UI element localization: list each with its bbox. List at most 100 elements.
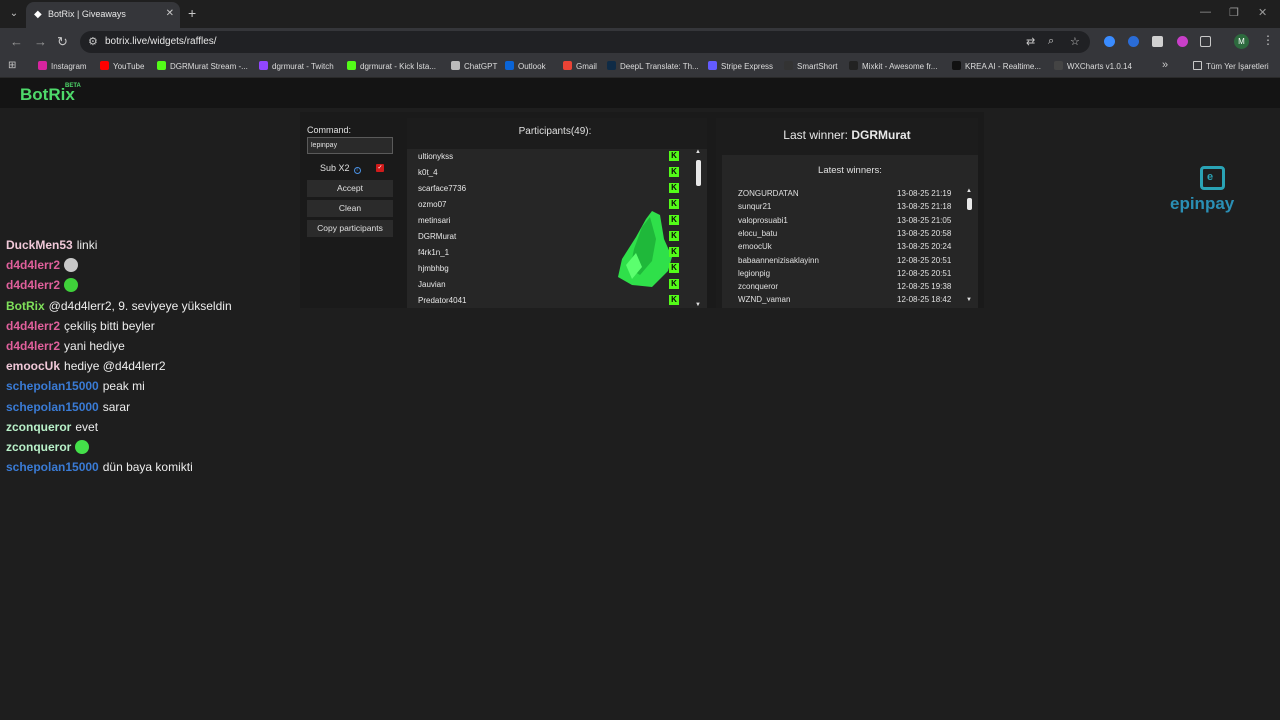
chat-username[interactable]: schepolan15000 [6,460,99,474]
bookmark-item[interactable]: WXCharts v1.0.14 [1054,61,1132,71]
bookmark-item[interactable]: Gmail [563,61,597,71]
forward-icon[interactable]: → [34,34,47,49]
bookmark-favicon-icon [607,61,616,70]
scroll-up-icon[interactable]: ▲ [695,149,701,155]
latest-winners-list[interactable]: Latest winners: ▲ ▼ ZONGURDATAN 13-08-25 … [722,155,978,308]
minimize-icon[interactable]: — [1200,6,1211,18]
profile-avatar[interactable]: M [1234,34,1249,49]
extensions-puzzle-icon[interactable] [1200,36,1211,47]
scroll-up-icon[interactable]: ▲ [966,188,972,194]
bookmark-label: Instagram [51,62,87,71]
winner-name: emoocUk [738,242,772,252]
bookmark-item[interactable]: Stripe Express [708,61,773,71]
epinpay-icon-letter: e [1207,171,1214,183]
chat-username[interactable]: emoocUk [6,359,60,373]
copy-participants-button[interactable]: Copy participants [307,220,393,237]
winner-time: 12-08-25 18:42 [897,295,952,305]
scrollbar-thumb[interactable] [696,160,701,186]
tab-search-icon[interactable]: ⌄ [6,6,22,22]
reload-icon[interactable]: ↻ [57,34,68,50]
tab-close-icon[interactable]: ✕ [166,8,174,19]
winner-name: ZONGURDATAN [738,189,799,198]
chat-text: linki [76,238,98,252]
botrix-favicon-icon: ◆ [34,9,42,20]
participant-name: ozmo07 [418,200,447,209]
bookmark-favicon-icon [708,61,717,70]
extension-icon[interactable] [1177,36,1188,47]
bookmark-favicon-icon [563,61,572,70]
chat-username[interactable]: zconqueror [6,420,71,434]
participants-title: Participants(49): [518,126,592,137]
winner-time: 12-08-25 20:51 [897,255,952,265]
bookmark-item[interactable]: SmartShort [784,61,837,71]
bookmark-item[interactable]: Mixkit - Awesome fr... [849,61,937,71]
address-bar[interactable]: ⚙ botrix.live/widgets/raffles/ ⇄ ⌕ ☆ [80,31,1090,53]
more-bookmarks-icon[interactable]: » [1162,59,1168,71]
chat-text: evet [75,419,99,434]
participants-scrollbar[interactable]: ▲ ▼ [694,149,704,308]
winner-name: zconqueror [738,282,779,292]
scrollbar-thumb[interactable] [967,198,972,210]
participant-name: metinsari [418,216,451,225]
bookmark-label: DGRMurat Stream -... [170,62,248,71]
new-tab-icon[interactable]: + [188,5,196,21]
bookmark-item[interactable]: DGRMurat Stream -... [157,61,248,71]
restore-icon[interactable]: ❐ [1229,6,1239,19]
participant-name: f4rk1n_1 [418,248,450,257]
info-icon[interactable]: i [353,167,361,174]
bookmark-star-icon[interactable]: ☆ [1070,35,1080,48]
chat-username[interactable]: d4d4lerr2 [6,258,60,272]
close-window-icon[interactable]: ✕ [1258,6,1267,19]
bookmark-item[interactable]: ChatGPT [451,61,497,71]
chat-username[interactable]: DuckMen53 [6,238,73,252]
all-bookmarks[interactable]: Tüm Yer İşaretleri [1193,61,1269,71]
winner-time: 13-08-25 21:18 [897,202,952,212]
shield-extension-icon[interactable] [1152,36,1163,47]
extension-icon[interactable] [1128,36,1139,47]
sub-x2-checkbox[interactable]: ✓ [376,164,384,172]
bookmark-item[interactable]: YouTube [100,61,144,71]
chat-username[interactable]: d4d4lerr2 [6,319,60,333]
site-info-icon[interactable]: ⚙ [88,35,98,48]
winner-name: WZND_vaman [738,295,791,305]
bookmark-label: Gmail [576,62,597,71]
back-icon[interactable]: ← [10,34,23,49]
bookmark-item[interactable]: dgrmurat - Kick İsta... [347,61,436,71]
accept-button[interactable]: Accept [307,180,393,197]
bookmark-favicon-icon [1054,61,1063,70]
bookmark-favicon-icon [157,61,166,70]
bookmark-item[interactable]: Instagram [38,61,87,71]
bookmark-item[interactable]: Outlook [505,61,546,71]
chat-message: schepolan15000 dün baya komikti [6,460,193,474]
menu-dots-icon[interactable]: ⋮ [1262,33,1274,47]
bookmark-item[interactable]: KREA AI - Realtime... [952,61,1041,71]
chat-username[interactable]: zconqueror [6,440,71,454]
command-input[interactable] [307,137,393,154]
chat-username[interactable]: schepolan15000 [6,400,99,414]
url-text[interactable]: botrix.live/widgets/raffles/ [105,36,217,47]
bookmark-item[interactable]: dgrmurat - Twitch [259,61,334,71]
participants-list[interactable]: ▲ ▼ ultionykss Kk0t_4 Kscarface7736 Kozmo07… [407,149,707,308]
participant-name: ultionykss [418,152,454,161]
bookmark-item[interactable]: DeepL Translate: Th... [607,61,699,71]
scroll-down-icon[interactable]: ▼ [966,297,972,303]
zoom-icon[interactable]: ⌕ [1048,35,1054,48]
clean-button[interactable]: Clean [307,200,393,217]
bookmark-label: ChatGPT [464,62,498,71]
chat-username[interactable]: schepolan15000 [6,379,99,393]
chat-username[interactable]: d4d4lerr2 [6,339,60,353]
chat-message: d4d4lerr2 çekiliş bitti beyler [6,319,155,333]
bookmark-label: SmartShort [797,62,838,71]
scroll-down-icon[interactable]: ▼ [695,302,701,308]
chat-username[interactable]: d4d4lerr2 [6,278,60,292]
folder-icon [1193,61,1202,70]
translate-icon[interactable]: ⇄ [1026,35,1035,48]
winner-name: elocu_batu [738,228,778,238]
winner-name: legionpig [738,268,771,278]
winners-scrollbar[interactable]: ▲ ▼ [965,188,975,303]
apps-grid-icon[interactable]: ⊞ [8,60,16,71]
chat-username[interactable]: BotRix [6,299,45,313]
chat-message: zconqueror evet [6,420,98,434]
extension-icon[interactable] [1104,36,1115,47]
active-tab[interactable]: ◆ BotRix | Giveaways ✕ [26,2,180,28]
